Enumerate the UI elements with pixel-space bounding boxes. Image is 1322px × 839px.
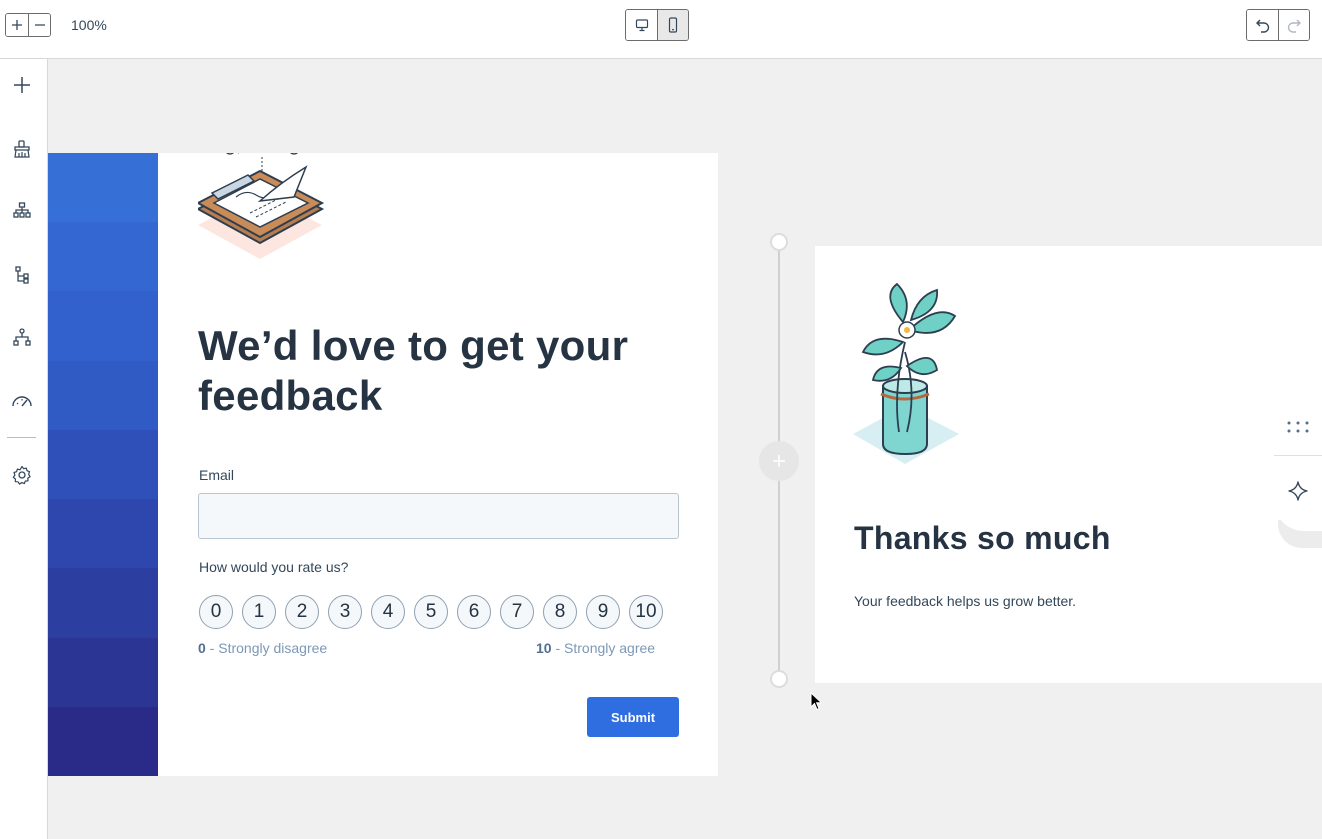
redo-button[interactable] (1278, 10, 1309, 40)
layers-button[interactable] (8, 261, 36, 289)
add-element-button[interactable] (8, 71, 36, 99)
email-label: Email (199, 467, 235, 483)
mobile-icon (668, 17, 678, 33)
desktop-view-button[interactable] (626, 10, 657, 40)
gauge-icon (12, 396, 32, 407)
stripe-band (48, 706, 158, 776)
zoom-level: 100% (71, 17, 107, 33)
stripe-band (48, 291, 158, 361)
plus-icon (773, 455, 785, 467)
rating-option-10[interactable]: 10 (629, 595, 663, 629)
scale-max-caption: 10 - Strongly agree (536, 640, 655, 656)
undo-icon (1255, 19, 1269, 33)
performance-button[interactable] (8, 387, 36, 415)
settings-button[interactable] (8, 461, 36, 489)
color-stripe (48, 153, 158, 776)
rating-option-9[interactable]: 9 (586, 595, 620, 629)
gear-icon (12, 465, 31, 485)
stripe-band (48, 637, 158, 707)
rating-option-2[interactable]: 2 (285, 595, 319, 629)
structure-button[interactable] (8, 197, 36, 225)
rating-option-3[interactable]: 3 (328, 595, 362, 629)
left-sidebar (0, 59, 48, 839)
connector-top-handle[interactable] (770, 233, 788, 251)
plant-jar-illustration (853, 282, 959, 464)
drag-dots-icon (1287, 421, 1309, 433)
stripe-band (48, 153, 158, 223)
submit-button[interactable]: Submit (587, 697, 679, 737)
stripe-band (48, 360, 158, 430)
thank-you-page-card[interactable]: Thanks so much Your feedback helps us gr… (815, 246, 1322, 683)
rating-option-0[interactable]: 0 (199, 595, 233, 629)
stripe-band (48, 568, 158, 638)
style-button[interactable] (8, 135, 36, 163)
clipboard-illustration (198, 153, 325, 259)
email-field[interactable] (198, 493, 679, 539)
desktop-icon (635, 19, 648, 32)
scale-max-value: 10 (536, 640, 552, 656)
form-page-card[interactable]: We’d love to get your feedback Email How… (48, 153, 718, 776)
rating-question: How would you rate us? (199, 559, 349, 575)
plus-icon (12, 20, 22, 30)
thank-you-title: Thanks so much (854, 520, 1111, 556)
drag-handle[interactable] (1274, 403, 1322, 451)
scale-min-text: - Strongly disagree (205, 640, 328, 656)
thank-you-message: Your feedback helps us grow better. (854, 593, 1077, 609)
rating-option-6[interactable]: 6 (457, 595, 491, 629)
ai-assistant-button[interactable] (1274, 455, 1322, 531)
minus-icon (34, 24, 45, 26)
history-controls (1246, 9, 1310, 41)
top-toolbar: 100% (0, 0, 1322, 59)
flow-button[interactable] (8, 323, 36, 351)
connector-bottom-handle[interactable] (770, 670, 788, 688)
rating-option-1[interactable]: 1 (242, 595, 276, 629)
undo-button[interactable] (1247, 10, 1278, 40)
zoom-out-button[interactable] (28, 14, 50, 36)
scale-min-value: 0 (198, 640, 206, 656)
stripe-band (48, 222, 158, 292)
paint-brush-icon (14, 140, 30, 158)
redo-icon (1287, 19, 1301, 33)
form-title: We’d love to get your feedback (198, 322, 629, 419)
scale-min-caption: 0 - Strongly disagree (198, 640, 327, 656)
rating-option-5[interactable]: 5 (414, 595, 448, 629)
sparkle-icon (1288, 481, 1308, 501)
mobile-view-button[interactable] (657, 10, 688, 40)
zoom-controls (5, 13, 51, 37)
scale-max-text: - Strongly agree (551, 640, 656, 656)
rating-option-8[interactable]: 8 (543, 595, 577, 629)
add-page-button[interactable] (759, 441, 799, 481)
tree-structure-icon (15, 266, 29, 284)
rating-option-4[interactable]: 4 (371, 595, 405, 629)
stripe-band (48, 499, 158, 569)
sidebar-divider (7, 437, 36, 438)
device-toggle (625, 9, 689, 41)
zoom-in-button[interactable] (6, 14, 28, 36)
sitemap-icon (13, 328, 31, 346)
mouse-cursor-icon (810, 692, 823, 711)
rating-option-7[interactable]: 7 (500, 595, 534, 629)
stripe-band (48, 429, 158, 500)
plus-icon (14, 77, 30, 93)
rating-scale: 0 1 2 3 4 5 6 7 8 9 10 (199, 595, 663, 629)
org-chart-icon (13, 202, 31, 218)
